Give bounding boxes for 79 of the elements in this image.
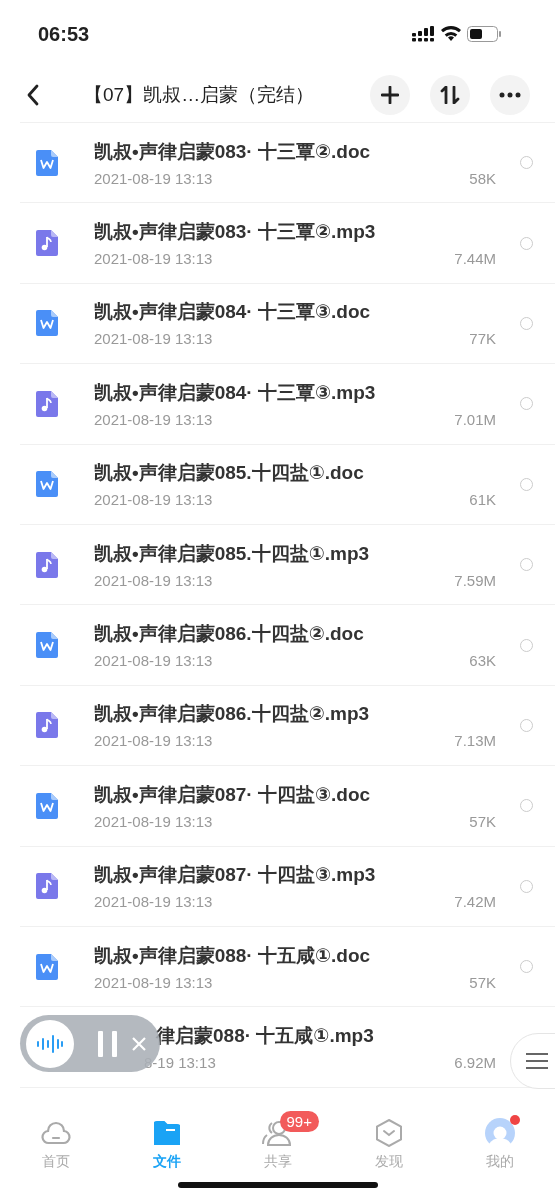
file-size: 57K (469, 812, 496, 830)
file-size: 58K (469, 169, 496, 187)
file-size: 7.01M (454, 410, 496, 428)
file-size: 7.13M (454, 732, 496, 750)
file-name: 凯叔•声律启蒙086.十四盐②.mp3 (94, 702, 371, 727)
menu-icon (525, 1052, 549, 1070)
document-icon (36, 953, 58, 980)
file-row[interactable]: 凯叔•声律启蒙086.十四盐②.mp3 2021-08-19 13:13 7.13M (20, 685, 555, 767)
file-date: 2021-08-19 13:13 (94, 571, 213, 589)
file-size: 7.44M (454, 250, 496, 268)
file-row[interactable]: 凯叔•声律启蒙083· 十三覃②.doc 2021-08-19 13:13 58K (20, 123, 555, 204)
battery-icon (467, 26, 501, 42)
file-row[interactable]: 凯叔•声律启蒙087· 十四盐③.mp3 2021-08-19 13:13 7.42M (20, 846, 555, 927)
sort-icon (440, 86, 460, 104)
file-date: 2021-08-19 13:13 (94, 893, 213, 911)
wifi-icon (441, 26, 461, 42)
folder-title: 【07】凯叔…启蒙（完结） (84, 83, 315, 107)
file-name: 律启蒙088· 十五咸①.mp3 (156, 1024, 375, 1048)
file-name: 凯叔•声律启蒙087· 十四盐③.doc (94, 782, 372, 807)
status-time: 06:53 (38, 22, 90, 46)
signal-icon (412, 26, 435, 42)
music-file-icon (36, 230, 58, 257)
file-row[interactable]: 凯叔•声律启蒙085.十四盐①.doc 2021-08-19 13:13 61K (20, 444, 555, 525)
playing-icon[interactable] (26, 1019, 74, 1068)
file-row[interactable]: 凯叔•声律启蒙087· 十四盐③.doc 2021-08-19 13:13 57K (20, 766, 555, 847)
notification-badge: 99+ (279, 1111, 319, 1132)
file-row[interactable]: 凯叔•声律启蒙085.十四盐①.mp3 2021-08-19 13:13 7.59M (20, 524, 555, 606)
file-date: 2021-08-19 13:13 (94, 812, 213, 830)
file-name: 凯叔•声律启蒙085.十四盐①.doc (94, 461, 365, 486)
file-row[interactable]: 凯叔•声律启蒙088· 十五咸①.doc 2021-08-19 13:13 57K (20, 926, 555, 1008)
sort-button[interactable] (430, 75, 470, 115)
file-date: 2021-08-19 13:13 (94, 410, 213, 428)
cloud-icon (40, 1121, 71, 1145)
document-icon (36, 792, 58, 819)
document-icon (36, 471, 58, 498)
music-file-icon (36, 873, 58, 900)
file-name: 凯叔•声律启蒙088· 十五咸①.doc (94, 943, 372, 968)
pause-icon[interactable] (98, 1030, 118, 1057)
add-button[interactable] (370, 75, 410, 115)
music-file-icon (36, 712, 58, 739)
file-size: 6.92M (454, 1054, 496, 1071)
music-file-icon (36, 390, 58, 417)
document-icon (36, 310, 58, 337)
file-name: 凯叔•声律启蒙087· 十四盐③.mp3 (94, 863, 377, 888)
close-icon[interactable] (132, 1036, 146, 1051)
file-size: 57K (469, 973, 496, 991)
file-row[interactable]: 凯叔•声律启蒙084· 十三覃③.doc 2021-08-19 13:13 77K (20, 283, 555, 365)
file-name: 凯叔•声律启蒙084· 十三覃③.mp3 (94, 380, 377, 405)
file-size: 77K (469, 330, 496, 348)
file-name: 凯叔•声律启蒙083· 十三覃②.mp3 (94, 220, 377, 245)
file-name: 凯叔•声律启蒙084· 十三覃③.doc (94, 300, 372, 325)
more-button[interactable] (490, 75, 530, 115)
plus-icon (381, 86, 399, 104)
file-name: 凯叔•声律启蒙083· 十三覃②.doc (94, 139, 372, 164)
file-date: 2021-08-19 13:13 (94, 491, 213, 509)
folder-icon (153, 1121, 180, 1145)
file-date: 2021-08-19 13:13 (94, 652, 213, 670)
file-row[interactable]: 凯叔•声律启蒙084· 十三覃③.mp3 2021-08-19 13:13 7.01M (20, 364, 555, 445)
file-date: 2021-08-19 13:13 (94, 732, 213, 750)
document-icon (36, 632, 58, 659)
file-size: 7.42M (454, 893, 496, 911)
file-date: 2021-08-19 13:13 (94, 973, 213, 991)
file-name: 凯叔•声律启蒙086.十四盐②.doc (94, 622, 365, 647)
back-icon[interactable] (26, 84, 40, 106)
file-date: 2021-08-19 13:13 (94, 250, 213, 268)
file-date: 2021-08-19 13:13 (94, 330, 213, 348)
file-size: 61K (469, 491, 496, 509)
floating-menu[interactable] (510, 1033, 555, 1089)
avatar-icon (484, 1118, 515, 1148)
file-row[interactable]: 凯叔•声律启蒙083· 十三覃②.mp3 2021-08-19 13:13 7.44M (20, 203, 555, 284)
file-size: 63K (469, 652, 496, 670)
music-file-icon (36, 551, 58, 578)
file-row[interactable]: 凯叔•声律启蒙086.十四盐②.doc 2021-08-19 13:13 63K (20, 605, 555, 686)
discover-icon (374, 1119, 403, 1147)
file-size: 7.59M (454, 571, 496, 589)
more-icon (499, 92, 521, 98)
document-icon (36, 149, 58, 176)
file-name: 凯叔•声律启蒙085.十四盐①.mp3 (94, 541, 371, 566)
file-date: 2021-08-19 13:13 (94, 169, 213, 187)
